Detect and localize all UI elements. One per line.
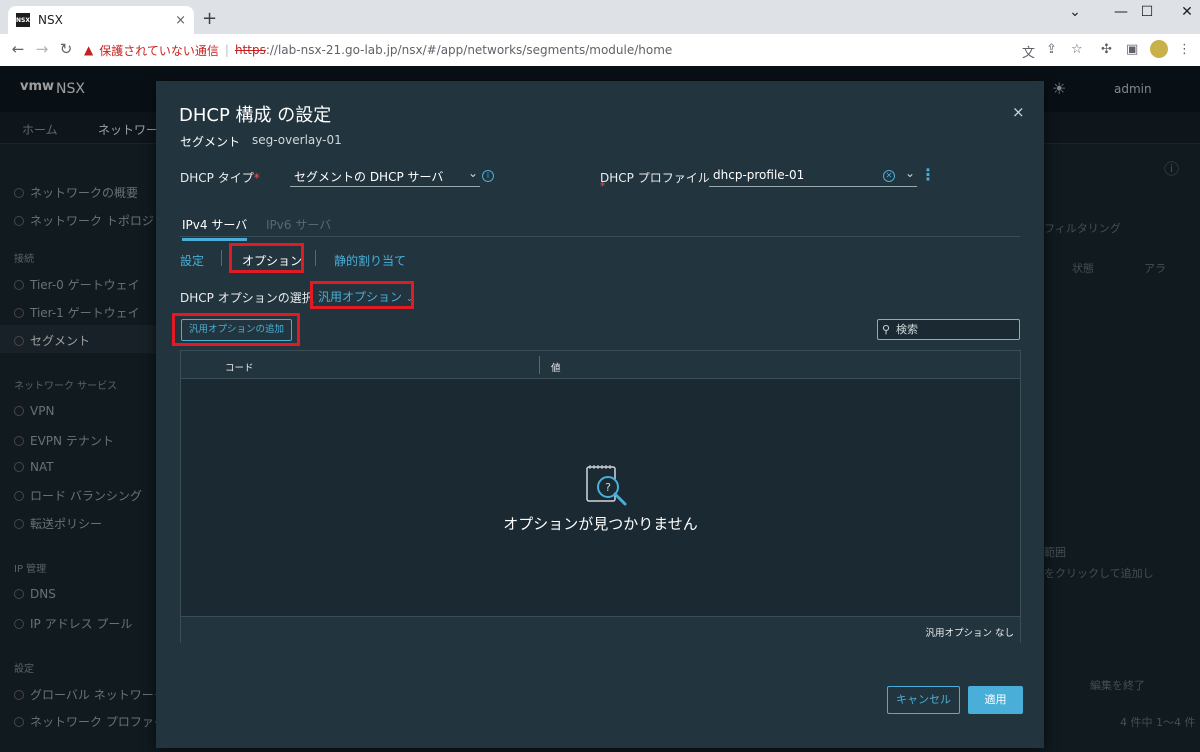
highlight-add-button [172, 313, 300, 346]
chevron-down-icon: ⌄ [467, 166, 478, 180]
security-warning[interactable]: 保護されていない通信 [99, 42, 219, 59]
favicon-icon: NSX [16, 13, 30, 27]
tab-ipv4-server[interactable]: IPv4 サーバ [182, 216, 248, 241]
tab-static-bindings[interactable]: 静的割り当て [334, 252, 406, 269]
dhcp-config-modal: DHCP 構成 の設定 × セグメント seg-overlay-01 DHCP … [156, 81, 1044, 748]
separator: | [224, 43, 229, 57]
address-bar[interactable]: ▲ 保護されていない通信 | https ://lab-nsx-21.go-la… [84, 38, 1084, 62]
info-icon[interactable]: i [482, 170, 494, 182]
dhcp-type-label: DHCP タイプ* [180, 169, 260, 186]
tab-search-icon[interactable]: ⌄ [1052, 4, 1098, 20]
search-placeholder: 検索 [896, 323, 918, 336]
menu-kebab-icon[interactable]: ⋮ [1178, 42, 1191, 57]
modal-title: DHCP 構成 の設定 [179, 105, 332, 126]
dhcp-type-label-text: DHCP タイプ [180, 171, 254, 185]
warning-icon: ▲ [84, 43, 94, 57]
translate-icon[interactable]: 文 [1022, 42, 1035, 61]
back-icon[interactable]: ← [6, 40, 30, 58]
tab-divider [315, 250, 316, 266]
required-marker: * [600, 181, 605, 192]
extensions-icon[interactable]: ✣ [1101, 42, 1112, 57]
tab-strip: NSX NSX × + ⌄ — ☐ ✕ [0, 0, 1200, 34]
dhcp-type-select[interactable]: セグメントの DHCP サーバ ⌄ [290, 163, 480, 187]
new-tab-button[interactable]: + [202, 9, 217, 29]
datagrid-footer: 汎用オプション なし [181, 616, 1020, 643]
browser-toolbar: ← → ↻ ▲ 保護されていない通信 | https ://lab-nsx-21… [0, 34, 1200, 66]
window-close-icon[interactable]: ✕ [1164, 4, 1200, 20]
search-input[interactable]: ⚲ 検索 [877, 319, 1020, 340]
highlight-options-tab [229, 243, 304, 273]
column-divider[interactable] [539, 356, 540, 374]
apply-button[interactable]: 適用 [968, 686, 1023, 714]
tab-close-icon[interactable]: × [175, 13, 186, 28]
tab-settings[interactable]: 設定 [180, 252, 204, 269]
options-datagrid: コード 値 ? オプションが見つかりません 汎用オプション なし [180, 350, 1021, 643]
clear-icon[interactable]: ✕ [883, 170, 895, 182]
empty-state-text: オプションが見つかりません [503, 515, 698, 533]
segment-value: seg-overlay-01 [252, 133, 342, 147]
dhcp-type-value: セグメントの DHCP サーバ [294, 170, 444, 184]
column-header-code[interactable]: コード [225, 360, 254, 374]
footer-count-text: 汎用オプション なし [925, 628, 1014, 639]
url-scheme: https [234, 43, 266, 57]
search-icon: ⚲ [882, 323, 891, 336]
tab-divider [221, 250, 222, 266]
segment-label: セグメント [180, 135, 241, 149]
tab-ipv6-server[interactable]: IPv6 サーバ [266, 216, 331, 233]
cancel-button[interactable]: キャンセル [887, 686, 960, 714]
required-marker: * [253, 171, 260, 185]
tab-title: NSX [38, 13, 63, 27]
dhcp-profile-label: DHCP プロファイル [600, 171, 710, 185]
share-icon[interactable]: ⇪ [1046, 42, 1057, 57]
svg-text:?: ? [605, 481, 611, 494]
browser-chrome: NSX NSX × + ⌄ — ☐ ✕ ← → ↻ ▲ 保護されていない通信 |… [0, 0, 1200, 66]
datagrid-header: コード 値 [181, 351, 1020, 379]
column-header-value[interactable]: 値 [551, 360, 561, 374]
option-select-label: DHCP オプションの選択 [180, 291, 314, 305]
reload-icon[interactable]: ↻ [54, 40, 78, 58]
empty-search-icon: ? [586, 465, 627, 506]
dhcp-profile-value: dhcp-profile-01 [713, 168, 805, 182]
close-icon[interactable]: × [1012, 103, 1025, 121]
ip-version-tabs: IPv4 サーバ IPv6 サーバ [180, 211, 1020, 241]
forward-icon[interactable]: → [30, 40, 54, 58]
profile-actions-kebab-icon[interactable]: ⋮ [920, 165, 936, 184]
chevron-down-icon: ⌄ [904, 166, 915, 180]
side-panel-icon[interactable]: ▣ [1126, 42, 1138, 57]
bookmark-star-icon[interactable]: ☆ [1071, 42, 1083, 57]
browser-tab[interactable]: NSX NSX × [8, 6, 194, 34]
url-text: ://lab-nsx-21.go-lab.jp/nsx/#/app/networ… [265, 43, 673, 57]
profile-avatar[interactable] [1150, 40, 1168, 58]
highlight-option-dropdown [310, 281, 414, 309]
